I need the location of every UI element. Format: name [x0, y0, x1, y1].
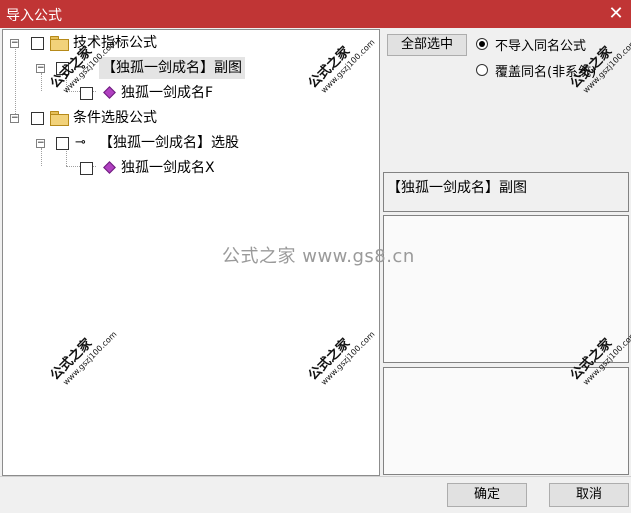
selected-formula-name: 【独孤一剑成名】副图 — [387, 180, 527, 196]
checkbox[interactable] — [56, 137, 69, 150]
formula-description-box[interactable] — [383, 215, 629, 363]
options-panel: 全部选中 不导入同名公式 覆盖同名(非系统) 【独孤一剑成名】副图 — [381, 29, 631, 476]
ok-button[interactable]: 确定 — [447, 483, 527, 507]
collapse-icon[interactable]: − — [36, 139, 45, 148]
folder-icon — [50, 36, 69, 51]
tree-item-indicators[interactable]: − 技术指标公式 — [3, 32, 303, 54]
watermark-text: 公式之家 www.gs8.cn — [222, 246, 415, 267]
tree-item-label: 【独孤一剑成名】副图 — [99, 57, 245, 79]
title-bar: 导入公式 ✕ — [0, 0, 631, 28]
radio-skip-duplicates-label[interactable]: 不导入同名公式 — [495, 35, 586, 54]
tree-item-label: 独孤一剑成名F — [121, 85, 214, 101]
collapse-icon[interactable]: − — [36, 64, 45, 73]
tree-item-formula-x[interactable]: 独孤一剑成名X — [3, 157, 303, 179]
select-all-button[interactable]: 全部选中 — [387, 34, 467, 56]
tree-item-label: 条件选股公式 — [73, 110, 157, 126]
tree-item-formula-f[interactable]: 独孤一剑成名F — [3, 82, 303, 104]
key-icon: ⊸ — [75, 135, 86, 150]
checkbox[interactable] — [80, 162, 93, 175]
checkbox[interactable] — [31, 112, 44, 125]
tree-item-screener[interactable]: − 条件选股公式 — [3, 107, 303, 129]
checkbox[interactable] — [31, 37, 44, 50]
tree-item-stock-picker[interactable]: − ⊸ 【独孤一剑成名】选股 — [3, 132, 303, 154]
cancel-button[interactable]: 取消 — [549, 483, 629, 507]
collapse-icon[interactable]: − — [10, 39, 19, 48]
collapse-icon[interactable]: − — [10, 114, 19, 123]
folder-icon — [50, 111, 69, 126]
checkbox[interactable] — [80, 87, 93, 100]
tree-item-label: 独孤一剑成名X — [121, 160, 215, 176]
radio-skip-duplicates[interactable] — [476, 38, 488, 50]
formula-params-box[interactable] — [383, 367, 629, 475]
close-icon[interactable]: ✕ — [605, 3, 627, 25]
window-title: 导入公式 — [6, 8, 62, 24]
selected-formula-name-box: 【独孤一剑成名】副图 — [383, 172, 629, 212]
gem-icon — [103, 161, 116, 174]
radio-overwrite[interactable] — [476, 64, 488, 76]
gem-icon — [103, 86, 116, 99]
footer-divider — [0, 476, 631, 477]
tree-item-label: 【独孤一剑成名】选股 — [99, 135, 239, 151]
